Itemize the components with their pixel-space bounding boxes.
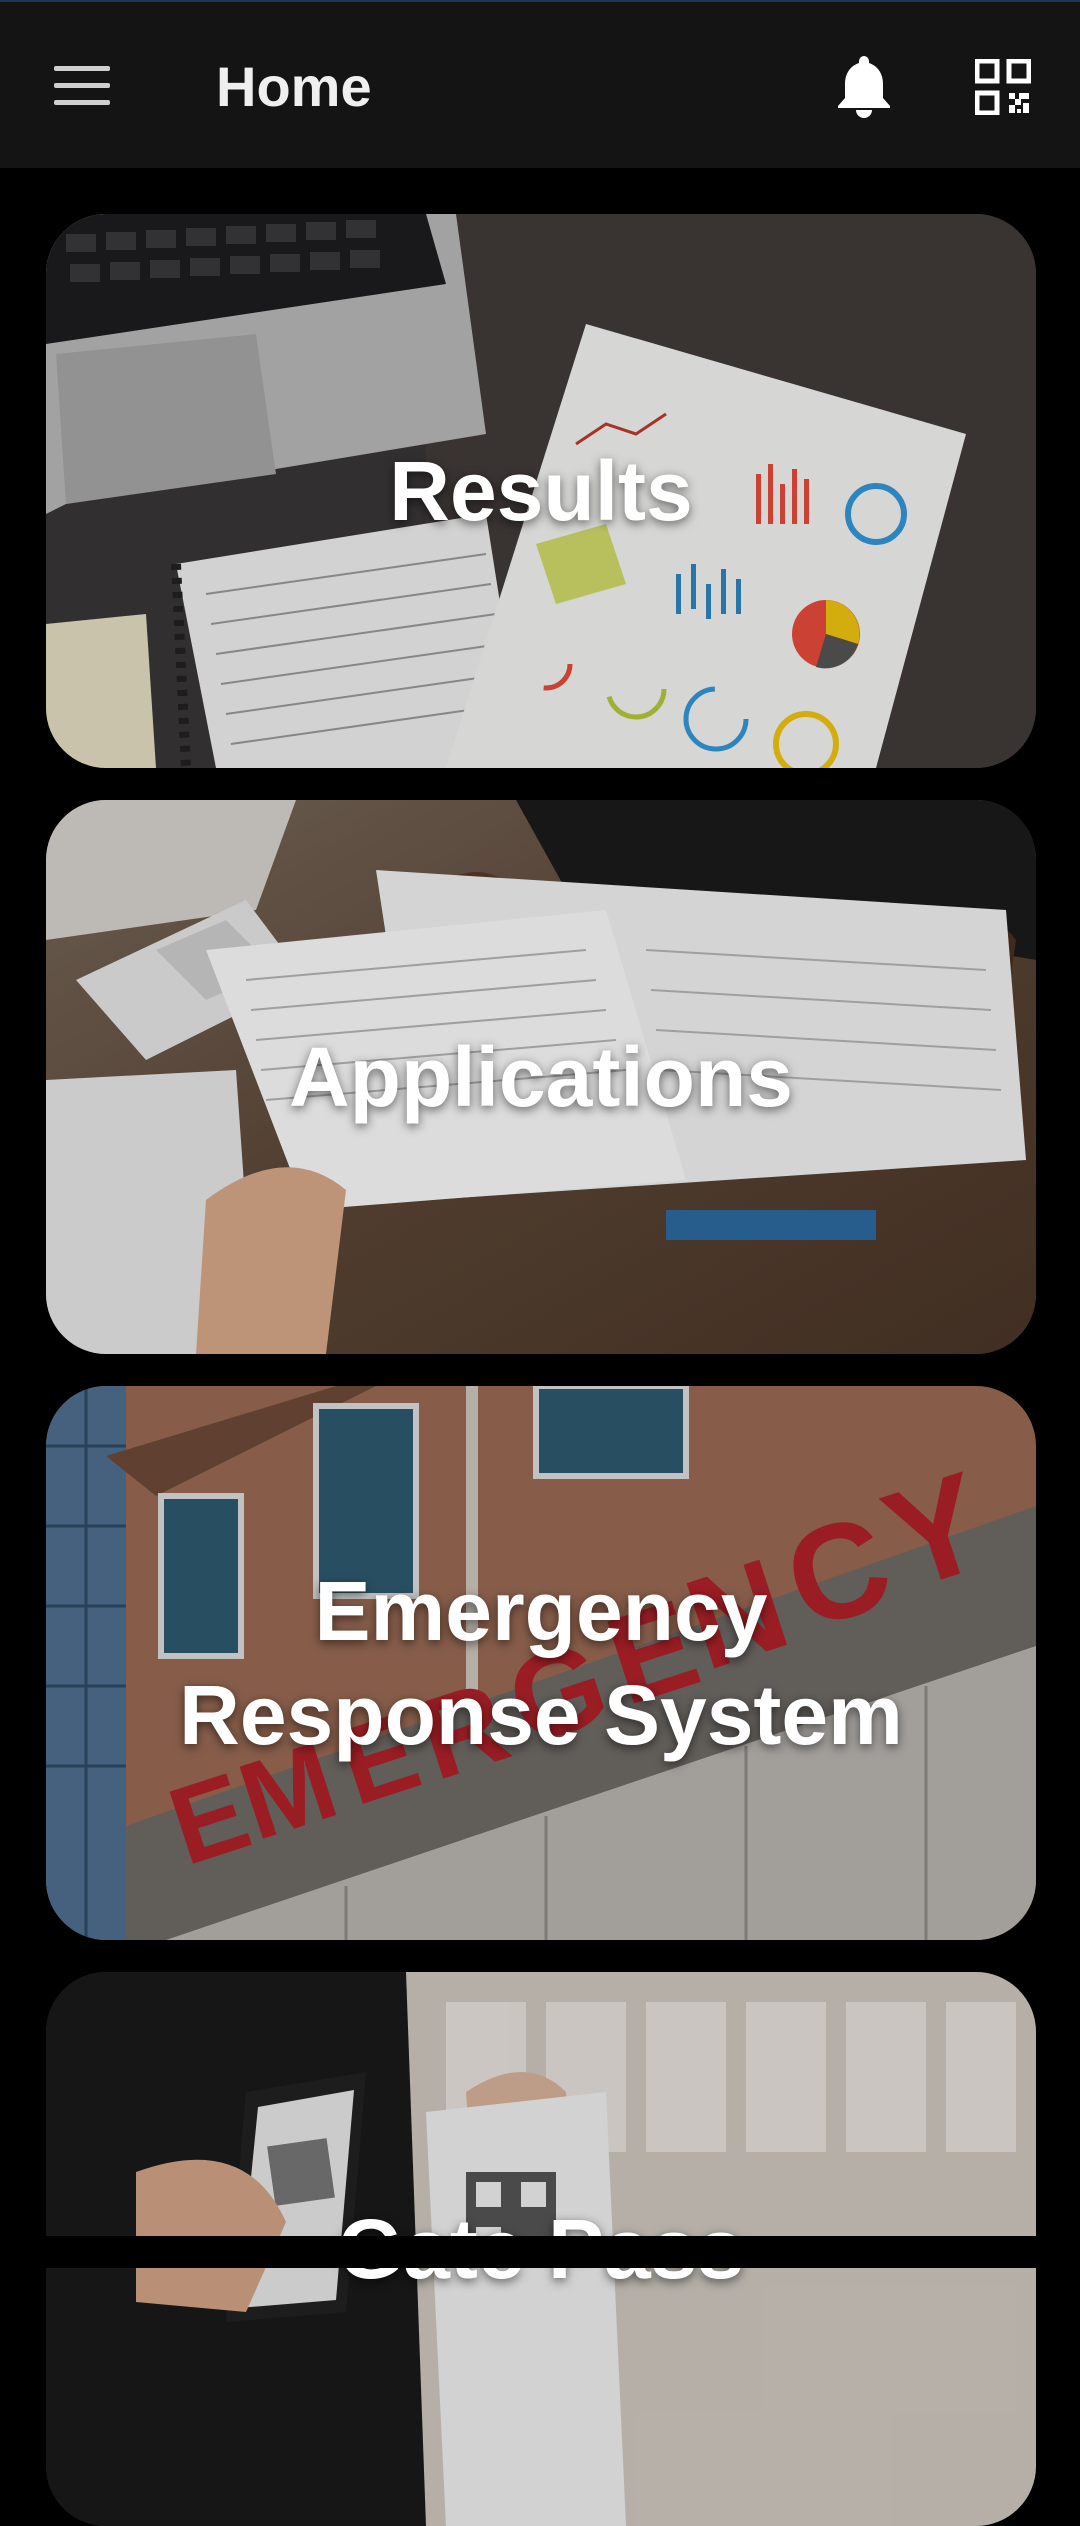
menu-button[interactable] — [40, 44, 124, 128]
app-bar: Home — [0, 2, 1080, 168]
card-label-emergency-response: Emergency Response System — [179, 1564, 903, 1762]
notifications-button[interactable] — [822, 44, 906, 128]
applications-card[interactable]: Applications — [46, 800, 1036, 1354]
card-label-results: Results — [389, 444, 693, 538]
page-title: Home — [216, 55, 372, 118]
hamburger-menu-icon — [54, 66, 110, 105]
qr-scan-button[interactable] — [966, 50, 1040, 124]
card-label-applications: Applications — [288, 1030, 794, 1124]
bottom-edge — [0, 2236, 1080, 2268]
qr-code-icon — [975, 59, 1031, 115]
bell-icon — [838, 56, 890, 118]
results-card[interactable]: Results — [46, 214, 1036, 768]
emergency-response-card[interactable]: E M E R G E N C Y Emergency Response Sys… — [46, 1386, 1036, 1940]
